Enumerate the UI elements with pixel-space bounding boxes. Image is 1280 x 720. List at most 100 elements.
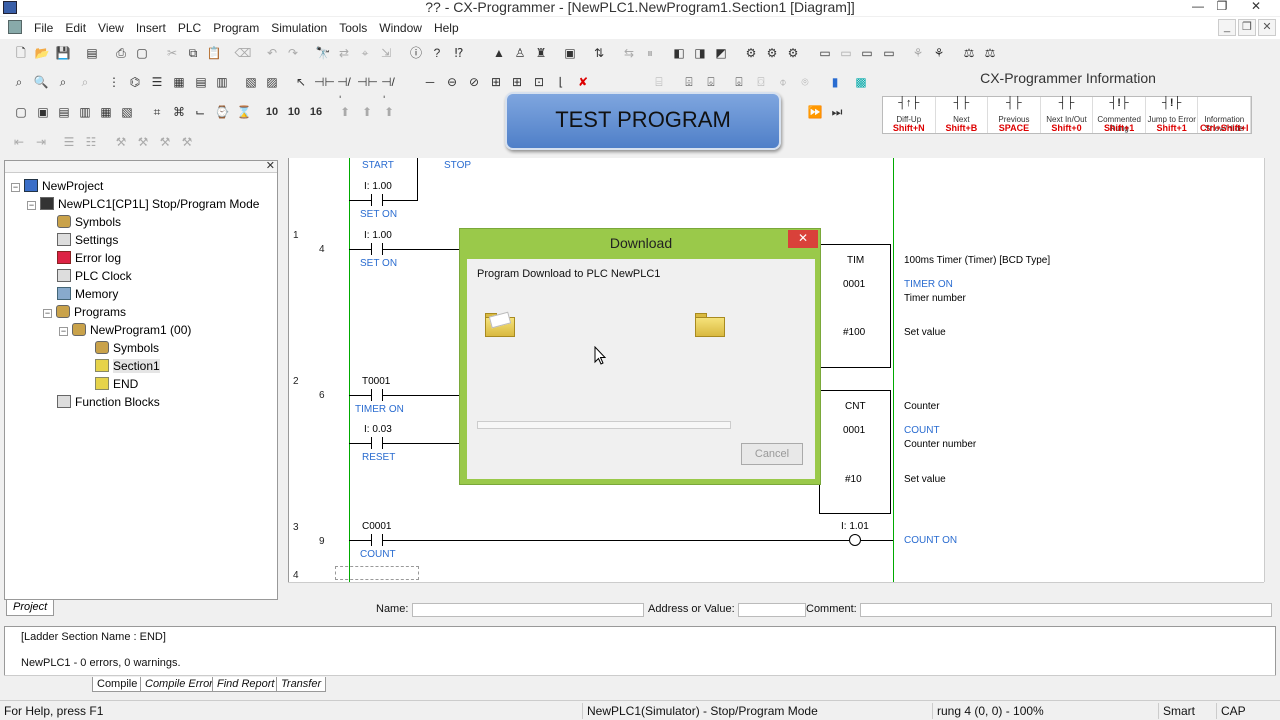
shortcut-key[interactable]: ┤├ Next In/Out Shift+0 bbox=[1041, 97, 1094, 133]
mdi-close-button[interactable]: ✕ bbox=[1258, 19, 1276, 36]
work-online-icon[interactable]: ▲ bbox=[490, 44, 508, 62]
grid-icon[interactable]: ⋮ bbox=[105, 73, 123, 91]
show-bookmarks-icon[interactable]: ▨ bbox=[263, 73, 281, 91]
online-edit-2-icon[interactable]: ⌼ bbox=[752, 73, 770, 91]
tree-item-function-blocks[interactable]: Function Blocks bbox=[57, 393, 160, 411]
menu-view[interactable]: View bbox=[92, 20, 130, 36]
window-5-icon[interactable]: ▦ bbox=[97, 103, 115, 121]
menu-tools[interactable]: Tools bbox=[333, 20, 373, 36]
reset-icon[interactable]: ⚙ bbox=[763, 44, 781, 62]
send-changes-icon[interactable]: ⌻ bbox=[730, 73, 748, 91]
output-window-icon[interactable]: ▭ bbox=[858, 44, 876, 62]
zoom-fit-icon[interactable]: ⌕ bbox=[76, 73, 94, 91]
set-icon[interactable]: ⚙ bbox=[742, 44, 760, 62]
new-pt-coil-icon[interactable]: ⊡ bbox=[530, 73, 548, 91]
close-panel-icon[interactable]: ✕ bbox=[266, 159, 275, 172]
view-2-icon[interactable]: ⌘ bbox=[170, 103, 188, 121]
tool-4-icon[interactable]: ⚒ bbox=[178, 133, 196, 151]
cursor-cell[interactable] bbox=[335, 566, 419, 580]
view-4-icon[interactable]: ⌚ bbox=[213, 103, 231, 121]
close-button[interactable]: ✕ bbox=[1242, 0, 1270, 15]
new-instruction-icon[interactable]: ⊞ bbox=[487, 73, 505, 91]
new-closed-contact-icon[interactable]: ⊣/⊢ bbox=[335, 73, 353, 107]
info-icon[interactable]: ⓘ bbox=[407, 44, 425, 62]
properties-icon[interactable]: ▤ bbox=[83, 44, 101, 62]
monitor-diff-icon[interactable]: ⌬ bbox=[126, 73, 144, 91]
contact-seton[interactable] bbox=[371, 194, 383, 206]
print-icon[interactable]: ⎙ bbox=[112, 44, 130, 62]
tool-1-icon[interactable]: ⚒ bbox=[112, 133, 130, 151]
tab-project[interactable]: Project bbox=[6, 600, 54, 616]
force-icon[interactable]: ⚙ bbox=[784, 44, 802, 62]
delete-line-icon[interactable]: ✘ bbox=[574, 73, 592, 91]
window-1-icon[interactable]: ▢ bbox=[12, 103, 30, 121]
cancel-edit-icon[interactable]: ⌺ bbox=[702, 73, 720, 91]
save-icon[interactable]: 💾 bbox=[54, 44, 72, 62]
new-coil-icon[interactable]: ⊖ bbox=[443, 73, 461, 91]
contact-seton-2[interactable] bbox=[371, 243, 383, 255]
step-end-icon[interactable]: ⏭ bbox=[828, 103, 846, 121]
zoom-out-icon[interactable]: ⌕ bbox=[54, 73, 72, 91]
compare-icon[interactable]: ⇆ bbox=[620, 44, 638, 62]
program-mode-icon[interactable]: ◧ bbox=[670, 44, 688, 62]
comment-field[interactable] bbox=[860, 603, 1272, 617]
redo-icon[interactable]: ↷ bbox=[284, 44, 302, 62]
menu-file[interactable]: File bbox=[28, 20, 59, 36]
tree-item-newprogram1[interactable]: − NewProgram1 (00) bbox=[59, 321, 191, 339]
online-edit-4-icon[interactable]: ⌾ bbox=[796, 73, 814, 91]
monitor-icon[interactable]: ▣ bbox=[561, 44, 579, 62]
tree-item-error-log[interactable]: Error log bbox=[57, 249, 121, 267]
section-icon[interactable]: ▥ bbox=[213, 73, 231, 91]
copy-icon[interactable]: ⧉ bbox=[184, 44, 202, 62]
tree-item-project[interactable]: − NewProject bbox=[11, 177, 103, 195]
tool-3-icon[interactable]: ⚒ bbox=[156, 133, 174, 151]
pause-icon[interactable]: ⏸ bbox=[641, 44, 659, 62]
contact-reset[interactable] bbox=[371, 437, 383, 449]
zoom-in-icon[interactable]: 🔍 bbox=[32, 73, 50, 91]
ladder-vertical-scrollbar[interactable] bbox=[1264, 158, 1278, 582]
outdent-icon[interactable]: ⇤ bbox=[10, 133, 28, 151]
collapse-icon[interactable]: − bbox=[27, 201, 36, 210]
output-coil[interactable] bbox=[849, 534, 861, 546]
tool-2-icon[interactable]: ⚒ bbox=[134, 133, 152, 151]
tree-item-settings[interactable]: Settings bbox=[57, 231, 118, 249]
display-10-signed-icon[interactable]: 10 bbox=[285, 103, 303, 121]
window-4-icon[interactable]: ▥ bbox=[76, 103, 94, 121]
online-edit-3-icon[interactable]: ⌽ bbox=[774, 73, 792, 91]
shortcut-key[interactable]: ┤├ Next Shift+B bbox=[936, 97, 989, 133]
address-reference-icon[interactable]: ⚘ bbox=[909, 44, 927, 62]
step-2-icon[interactable]: ⬆ bbox=[358, 103, 376, 121]
collapse-icon[interactable]: − bbox=[11, 183, 20, 192]
new-or-closed-icon[interactable]: ⊣/⊢ bbox=[379, 73, 397, 107]
tab-compile-error[interactable]: Compile Error bbox=[140, 677, 218, 692]
help-icon[interactable]: ? bbox=[428, 44, 446, 62]
menu-plc[interactable]: PLC bbox=[172, 20, 207, 36]
run-icon[interactable]: ⏩ bbox=[806, 103, 824, 121]
goto-icon[interactable]: ⇲ bbox=[377, 44, 395, 62]
view-5-icon[interactable]: ⌛ bbox=[235, 103, 253, 121]
shortcut-key[interactable]: ┤├ Previous SPACE bbox=[988, 97, 1041, 133]
context-help-icon[interactable]: ⁉ bbox=[450, 44, 468, 62]
display-16-icon[interactable]: 16 bbox=[307, 103, 325, 121]
online-sim-icon[interactable]: ♙ bbox=[511, 44, 529, 62]
show-comments-icon[interactable]: ▧ bbox=[242, 73, 260, 91]
restore-button[interactable]: ❐ bbox=[1208, 0, 1236, 15]
menu-edit[interactable]: Edit bbox=[59, 20, 92, 36]
io-table-icon[interactable]: ⚘ bbox=[930, 44, 948, 62]
rung-icon[interactable]: ▤ bbox=[192, 73, 210, 91]
memory-card-icon[interactable]: ⚖ bbox=[960, 44, 978, 62]
shortcut-key[interactable]: ┤!├ Jump to Error Shift+1 bbox=[1146, 97, 1199, 133]
contact-count[interactable] bbox=[371, 534, 383, 546]
shortcut-key[interactable]: Information Show/Hide Ctrl+Shift+I bbox=[1198, 97, 1252, 133]
toggle-window-icon[interactable]: ▭ bbox=[816, 44, 834, 62]
tree-item-end[interactable]: END bbox=[95, 375, 138, 393]
select-icon[interactable]: ↖ bbox=[292, 73, 310, 91]
shortcut-key[interactable]: ┤!├ Commented Rung Shift+1 bbox=[1093, 97, 1146, 133]
paste-icon[interactable]: 📋 bbox=[205, 44, 223, 62]
new-contact-icon[interactable]: ⊣⊢ bbox=[314, 73, 335, 91]
tree-item-section1[interactable]: Section1 bbox=[95, 357, 160, 375]
menu-program[interactable]: Program bbox=[207, 20, 265, 36]
new-or-contact-icon[interactable]: ⊣⊢ bbox=[357, 73, 378, 91]
find-address-icon[interactable]: ⌖ bbox=[356, 44, 374, 62]
tree-item-programs[interactable]: − Programs bbox=[43, 303, 126, 321]
